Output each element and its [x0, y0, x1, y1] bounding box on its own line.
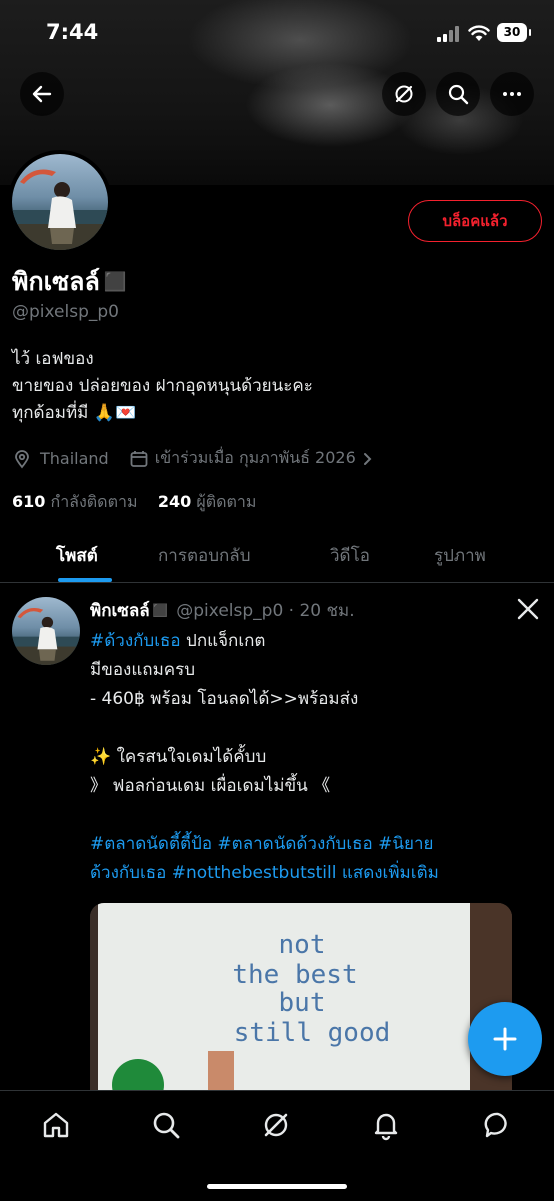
- following-count: 610: [12, 492, 46, 511]
- followers-label: ผู้ติดตาม: [196, 492, 257, 511]
- calendar-icon: [130, 450, 148, 467]
- back-button[interactable]: [20, 72, 64, 116]
- book-cover-image: not the best but still good: [90, 903, 512, 1090]
- post-image[interactable]: not the best but still good: [90, 903, 512, 1090]
- post-line: มีของแถมครบ: [90, 660, 196, 680]
- battery-icon: 30: [497, 23, 531, 42]
- tab-photos[interactable]: รูปภาพ: [434, 542, 486, 569]
- following-link[interactable]: 610 กำลังติดตาม: [12, 492, 138, 511]
- post-header: พิกเซลล์◼️ @pixelsp_p0 · 20 ชม.: [90, 597, 355, 624]
- profile-location: Thailand: [40, 449, 109, 468]
- book-title-line: but: [279, 988, 326, 1018]
- post-line: 》 ฟอลก่อนเดม เผื่อเดมไม่ขึ้น 《: [90, 776, 331, 796]
- profile-joined: เข้าร่วมเมื่อ กุมภาพันธ์ 2026: [154, 448, 356, 467]
- followers-link[interactable]: 240 ผู้ติดตาม: [158, 492, 257, 511]
- profile-handle: @pixelsp_p0: [12, 302, 119, 322]
- x-logo-icon: [517, 598, 539, 620]
- post-line: - 460฿ พร้อม โอนลดได้>>พร้อมส่ง: [90, 689, 359, 709]
- post-author[interactable]: พิกเซลล์◼️: [90, 601, 171, 621]
- profile-tabs: โพสต์ การตอบกลับ วิดีโอ รูปภาพ: [0, 530, 554, 583]
- profile-bio: ไว้ เอฟของ ขายของ ปล่อยของ ฝากอุดหนุนด้ว…: [12, 346, 313, 427]
- search-icon[interactable]: [150, 1109, 182, 1141]
- post-line: ✨ ใครสนใจเดมได้คั้บบ: [90, 747, 267, 767]
- hashtag-line[interactable]: ด้วงกับเธอ #notthebestbutstill: [90, 863, 336, 883]
- notifications-bell-icon[interactable]: [370, 1109, 402, 1141]
- profile-meta: Thailand เข้าร่วมเมื่อ กุมภาพันธ์ 2026: [12, 446, 376, 471]
- location-pin-icon: [15, 449, 29, 468]
- messages-icon[interactable]: [482, 1109, 514, 1141]
- book-title-line: the best: [232, 960, 357, 990]
- avatar-photo: [12, 608, 80, 665]
- bio-line: ทุกด้อมที่มี 🙏💌: [12, 403, 137, 423]
- arrow-left-icon: [32, 85, 52, 103]
- book-title-line: not: [279, 930, 326, 960]
- signal-icon: [437, 26, 461, 42]
- bio-line: ไว้ เอฟของ: [12, 349, 94, 369]
- status-time: 7:44: [46, 20, 99, 44]
- grok-button[interactable]: [382, 72, 426, 116]
- hashtag-line[interactable]: #ตลาดนัดตี้ตี้ป้อ #ตลาดนัดด้วงกับเธอ #นิ…: [90, 830, 546, 859]
- profile-name: พิกเซลล์◼️: [12, 267, 131, 296]
- tab-replies[interactable]: การตอบกลับ: [158, 542, 251, 569]
- post-line: ปกแจ็กเกต: [180, 631, 266, 651]
- more-button[interactable]: [490, 72, 534, 116]
- post-avatar[interactable]: [12, 597, 80, 665]
- hashtag-link[interactable]: #ด้วงกับเธอ: [90, 631, 181, 651]
- avatar-photo: [12, 169, 108, 250]
- tab-videos[interactable]: วิดีโอ: [330, 542, 370, 569]
- more-icon: [503, 92, 521, 96]
- show-more-link[interactable]: แสดงเพิ่มเติม: [342, 863, 439, 883]
- search-button[interactable]: [436, 72, 480, 116]
- compose-button[interactable]: [468, 1002, 542, 1076]
- grok-icon: [395, 85, 413, 103]
- followers-count: 240: [157, 492, 192, 511]
- home-indicator: [207, 1184, 347, 1189]
- profile-avatar[interactable]: [8, 150, 112, 254]
- home-icon[interactable]: [40, 1109, 72, 1141]
- post-handle-time: @pixelsp_p0 · 20 ชม.: [176, 601, 355, 621]
- following-label: กำลังติดตาม: [50, 492, 138, 511]
- book-title-line: still good: [234, 1018, 391, 1048]
- search-icon: [448, 84, 469, 105]
- post-text: #ด้วงกับเธอ ปกแจ็กเกต มีของแถมครบ - 460฿…: [90, 627, 546, 888]
- blocked-button[interactable]: บล็อคแล้ว: [408, 200, 542, 242]
- bio-line: ขายของ ปล่อยของ ฝากอุดหนุนด้วยนะคะ: [12, 376, 313, 396]
- follow-stats: 610 กำลังติดตาม 240 ผู้ติดตาม: [12, 490, 256, 515]
- status-bar: 7:44 30: [0, 0, 554, 60]
- active-tab-indicator: [58, 578, 112, 582]
- chevron-right-icon[interactable]: [360, 451, 376, 467]
- grok-icon[interactable]: [260, 1109, 292, 1141]
- tab-posts[interactable]: โพสต์: [56, 542, 98, 569]
- plus-icon: [493, 1027, 517, 1051]
- post[interactable]: พิกเซลล์◼️ @pixelsp_p0 · 20 ชม. #ด้วงกับ…: [0, 583, 554, 1090]
- wifi-icon: [468, 25, 490, 41]
